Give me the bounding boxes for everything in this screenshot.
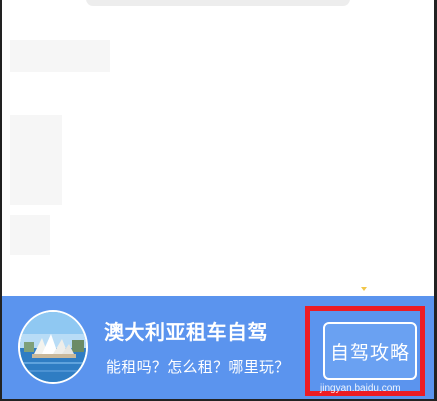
banner-subtitle: 能租吗？怎么租？哪里玩？	[106, 358, 290, 376]
sydney-opera-house-thumbnail	[18, 310, 88, 384]
small-arrow-icon	[361, 287, 367, 291]
watermark-text: jingyan.baidu.com	[320, 383, 401, 394]
banner-title: 澳大利亚租车自驾	[104, 320, 268, 344]
faded-content-block	[10, 115, 62, 205]
faded-content-block	[10, 215, 50, 255]
self-drive-guide-button[interactable]: 自驾攻略	[323, 322, 417, 380]
search-bar-placeholder[interactable]	[86, 0, 350, 6]
faded-content-block	[10, 40, 110, 72]
sydney-opera-house-icon	[20, 312, 86, 382]
self-drive-guide-label: 自驾攻略	[329, 341, 410, 364]
